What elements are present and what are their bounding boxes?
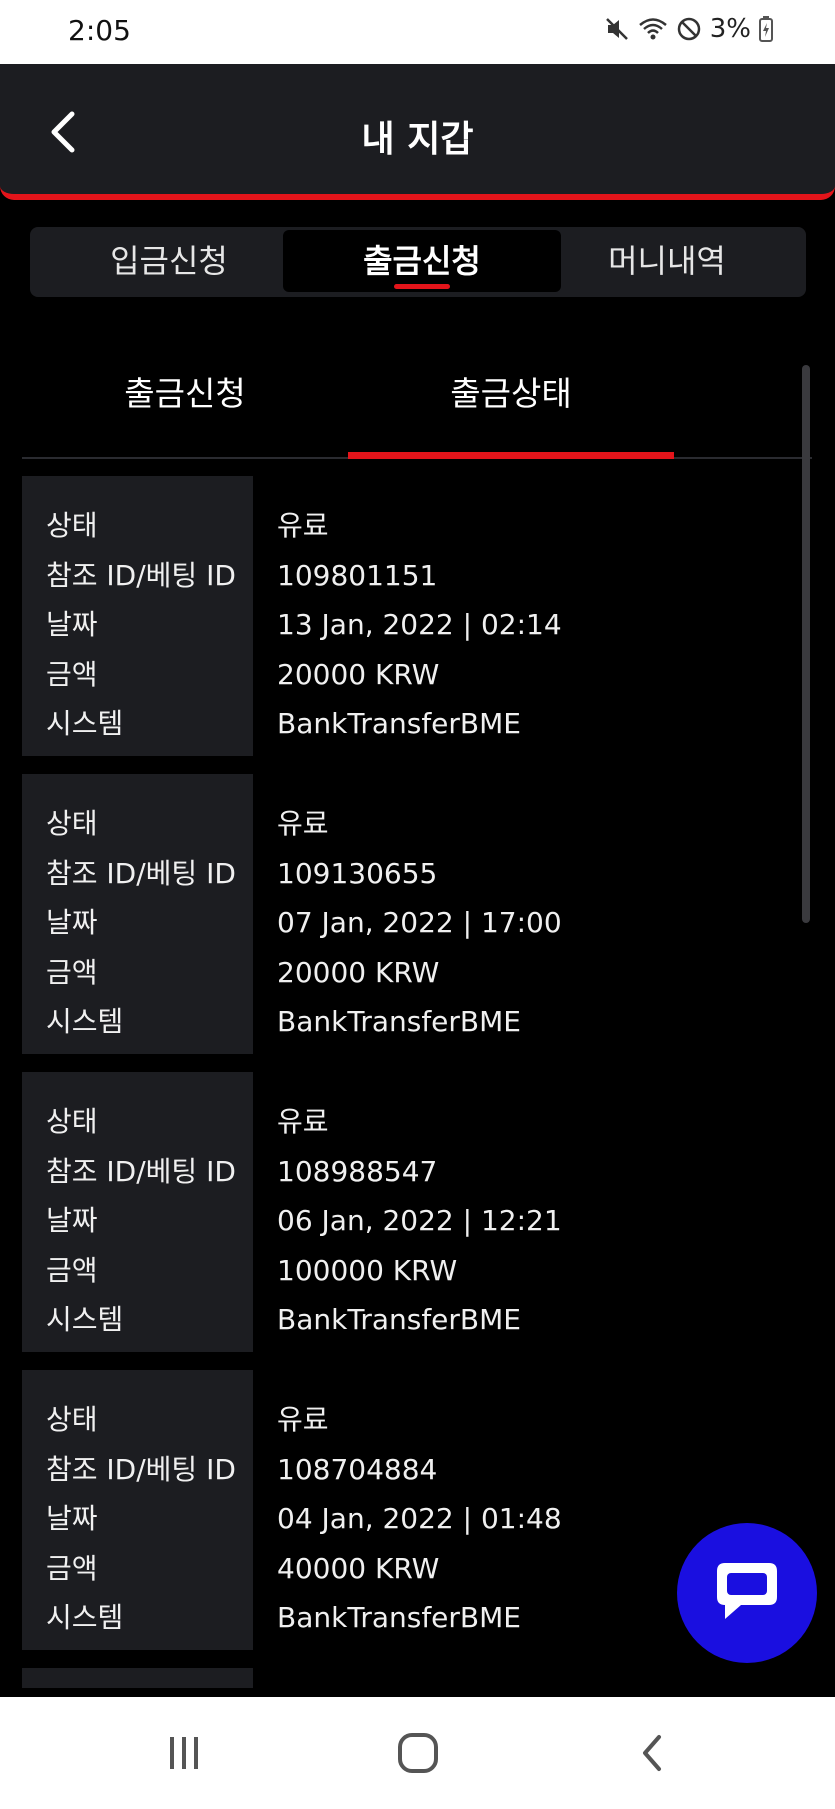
tab-withdraw[interactable]: 출금신청 bbox=[283, 230, 561, 292]
system-value: BankTransferBME bbox=[277, 1601, 521, 1634]
chat-bubble-icon bbox=[711, 1557, 783, 1629]
subtab-withdraw-status[interactable]: 출금상태 bbox=[348, 367, 674, 415]
withdraw-records-list: 상태 참조 ID/베팅 ID 날짜 금액 시스템 유료 109801151 13… bbox=[22, 476, 792, 1688]
home-icon bbox=[396, 1731, 440, 1779]
record-labels bbox=[22, 1668, 253, 1688]
ref-id-label: 참조 ID/베팅 ID bbox=[46, 1453, 236, 1486]
system-value: BankTransferBME bbox=[277, 1303, 521, 1336]
top-tabs: 입금신청 출금신청 머니내역 bbox=[30, 227, 806, 297]
active-subtab-indicator bbox=[348, 452, 674, 459]
system-label: 시스템 bbox=[46, 1005, 124, 1038]
record-labels: 상태 참조 ID/베팅 ID 날짜 금액 시스템 bbox=[22, 1370, 253, 1650]
ref-id-label: 참조 ID/베팅 ID bbox=[46, 1155, 236, 1188]
active-tab-indicator bbox=[394, 284, 450, 289]
system-value: BankTransferBME bbox=[277, 707, 521, 740]
sub-tabs: 출금신청 출금상태 bbox=[22, 355, 812, 459]
do-not-disturb-icon bbox=[676, 16, 702, 42]
status-bar: 2:05 3% bbox=[0, 0, 835, 64]
date-label: 날짜 bbox=[46, 906, 98, 939]
ref-id-label: 참조 ID/베팅 ID bbox=[46, 559, 236, 592]
amount-value: 20000 KRW bbox=[277, 658, 440, 691]
status-value: 유료 bbox=[277, 1105, 329, 1138]
recent-apps-icon bbox=[164, 1733, 204, 1777]
list-item bbox=[22, 1668, 792, 1688]
page-title: 내 지갑 bbox=[361, 119, 474, 160]
amount-label: 금액 bbox=[46, 658, 98, 691]
system-label: 시스템 bbox=[46, 707, 124, 740]
status-value: 유료 bbox=[277, 509, 329, 542]
record-labels: 상태 참조 ID/베팅 ID 날짜 금액 시스템 bbox=[22, 1072, 253, 1352]
status-label: 상태 bbox=[46, 1403, 98, 1436]
date-value: 06 Jan, 2022 | 12:21 bbox=[277, 1204, 562, 1237]
status-label: 상태 bbox=[46, 1105, 98, 1138]
date-value: 07 Jan, 2022 | 17:00 bbox=[277, 906, 562, 939]
tab-withdraw-label: 출금신청 bbox=[363, 242, 481, 280]
date-label: 날짜 bbox=[46, 1502, 98, 1535]
ref-id-label: 참조 ID/베팅 ID bbox=[46, 857, 236, 890]
list-item: 상태 참조 ID/베팅 ID 날짜 금액 시스템 유료 109130655 07… bbox=[22, 774, 792, 1054]
back-icon bbox=[637, 1731, 667, 1779]
mute-icon bbox=[604, 16, 630, 42]
list-item: 상태 참조 ID/베팅 ID 날짜 금액 시스템 유료 108704884 04… bbox=[22, 1370, 792, 1650]
system-value: BankTransferBME bbox=[277, 1005, 521, 1038]
date-value: 13 Jan, 2022 | 02:14 bbox=[277, 608, 562, 641]
date-label: 날짜 bbox=[46, 1204, 98, 1237]
chat-button[interactable] bbox=[677, 1523, 817, 1663]
home-button[interactable] bbox=[388, 1731, 448, 1779]
record-labels: 상태 참조 ID/베팅 ID 날짜 금액 시스템 bbox=[22, 774, 253, 1054]
date-value: 04 Jan, 2022 | 01:48 bbox=[277, 1502, 562, 1535]
nav-back-button[interactable] bbox=[622, 1731, 682, 1779]
amount-label: 금액 bbox=[46, 1254, 98, 1287]
date-label: 날짜 bbox=[46, 608, 98, 641]
ref-id-value: 109801151 bbox=[277, 559, 438, 592]
ref-id-value: 108704884 bbox=[277, 1453, 438, 1486]
status-icons: 3% bbox=[604, 14, 773, 44]
ref-id-value: 108988547 bbox=[277, 1155, 438, 1188]
system-label: 시스템 bbox=[46, 1303, 124, 1336]
status-value: 유료 bbox=[277, 1403, 329, 1436]
status-value: 유료 bbox=[277, 807, 329, 840]
amount-value: 20000 KRW bbox=[277, 956, 440, 989]
list-item: 상태 참조 ID/베팅 ID 날짜 금액 시스템 유료 108988547 06… bbox=[22, 1072, 792, 1352]
status-label: 상태 bbox=[46, 509, 98, 542]
ref-id-value: 109130655 bbox=[277, 857, 438, 890]
scrollbar[interactable] bbox=[802, 365, 810, 923]
battery-charging-icon bbox=[759, 16, 773, 42]
subtab-withdraw-request[interactable]: 출금신청 bbox=[22, 367, 348, 415]
system-label: 시스템 bbox=[46, 1601, 124, 1634]
status-label: 상태 bbox=[46, 807, 98, 840]
record-labels: 상태 참조 ID/베팅 ID 날짜 금액 시스템 bbox=[22, 476, 253, 756]
tab-deposit[interactable]: 입금신청 bbox=[30, 230, 308, 292]
status-time: 2:05 bbox=[68, 14, 131, 47]
amount-label: 금액 bbox=[46, 1552, 98, 1585]
wifi-icon bbox=[638, 16, 668, 42]
tab-money-history[interactable]: 머니내역 bbox=[528, 230, 806, 292]
system-nav-bar bbox=[0, 1697, 835, 1809]
record-values: 유료 109130655 07 Jan, 2022 | 17:00 20000 … bbox=[277, 774, 777, 1054]
list-item: 상태 참조 ID/베팅 ID 날짜 금액 시스템 유료 109801151 13… bbox=[22, 476, 792, 756]
amount-value: 100000 KRW bbox=[277, 1254, 458, 1287]
battery-text: 3% bbox=[709, 14, 751, 44]
record-values: 유료 109801151 13 Jan, 2022 | 02:14 20000 … bbox=[277, 476, 777, 756]
recent-apps-button[interactable] bbox=[154, 1731, 214, 1779]
record-values: 유료 108988547 06 Jan, 2022 | 12:21 100000… bbox=[277, 1072, 777, 1352]
header: 내 지갑 bbox=[0, 64, 835, 200]
amount-value: 40000 KRW bbox=[277, 1552, 440, 1585]
amount-label: 금액 bbox=[46, 956, 98, 989]
